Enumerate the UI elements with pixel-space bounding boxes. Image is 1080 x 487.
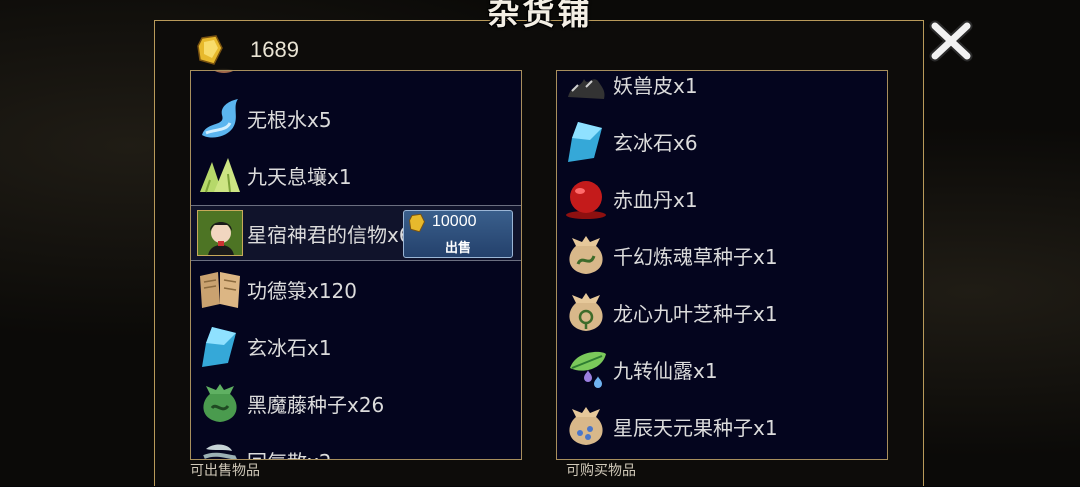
page-title: 杂货铺 (487, 0, 593, 32)
list-item[interactable]: 妖兽皮x1 (557, 71, 887, 111)
scroll-icon (195, 264, 245, 314)
title-plate: 杂货铺 (470, 0, 610, 34)
dew-leaf-icon (561, 344, 611, 394)
seed-bag-icon (195, 378, 245, 428)
powder-icon (195, 435, 245, 459)
item-name: 无根水x5 (247, 107, 332, 132)
list-item[interactable]: 星辰天元果种子x1 (557, 399, 887, 453)
item-name: 妖兽皮x1 (613, 73, 698, 98)
item-name: 赤血丹x1 (613, 187, 698, 212)
gold-gem-icon (197, 35, 223, 65)
list-item[interactable]: 回气散x2 (191, 433, 521, 460)
sell-button[interactable]: 10000 出售 (403, 210, 513, 258)
item-name: 玄冰石x1 (247, 335, 332, 360)
item-name: 回气散x2 (247, 446, 332, 460)
item-name: 龙心九叶芝种子x1 (613, 301, 778, 326)
list-item[interactable]: 千幻炼魂草种子x1 (557, 228, 887, 282)
list-item[interactable]: 龙心九叶芝种子x1 (557, 285, 887, 339)
list-item[interactable]: 赤血丹x1 (557, 171, 887, 225)
item-name: 玄冰石x6 (613, 130, 698, 155)
close-icon (929, 20, 973, 62)
buyable-items-panel[interactable]: 妖兽皮x1 玄冰石x6 赤血丹x1 千幻炼魂草种子x1 龙心九叶芝种子x1 九转… (556, 70, 888, 460)
sellable-caption: 可出售物品 (190, 463, 260, 479)
list-item[interactable]: 玄冰石x6 (557, 114, 887, 168)
red-pill-icon (561, 173, 611, 223)
close-button[interactable] (926, 18, 976, 64)
seed-bag-icon (561, 287, 611, 337)
ice-crystal-icon (195, 321, 245, 371)
list-item[interactable]: 玄冰石x1 (191, 319, 521, 373)
sellable-items-panel[interactable]: 无根水x5 九天息壤x1 星宿神君的信物x6 10000 出售 功德箓x120 … (190, 70, 522, 460)
gold-gem-icon (409, 213, 426, 233)
green-soil-icon (195, 150, 245, 200)
list-item[interactable]: 九转仙露x1 (557, 342, 887, 396)
list-item[interactable]: 功德箓x120 (191, 262, 521, 316)
character-portrait-icon (195, 208, 245, 258)
list-item[interactable]: 无根水x5 (191, 91, 521, 145)
water-wave-icon (195, 93, 245, 143)
sell-label: 出售 (444, 241, 471, 256)
item-name: 功德箓x120 (247, 278, 358, 303)
list-item-selected[interactable]: 星宿神君的信物x6 10000 出售 (191, 205, 521, 261)
seed-bag-icon (561, 230, 611, 280)
currency-amount: 1689 (250, 37, 299, 62)
beast-hide-icon (561, 71, 611, 109)
item-name: 星宿神君的信物x6 (247, 222, 412, 247)
sell-price: 10000 (432, 213, 477, 230)
item-name: 九天息壤x1 (247, 164, 352, 189)
item-name: 千幻炼魂草种子x1 (613, 244, 778, 269)
list-item[interactable]: 黑魔藤种子x26 (191, 376, 521, 430)
item-name: 星辰天元果种子x1 (613, 415, 778, 440)
buyable-caption: 可购买物品 (566, 463, 636, 479)
item-name: 九转仙露x1 (613, 358, 718, 383)
ice-crystal-icon (561, 116, 611, 166)
seed-bag-icon (561, 401, 611, 451)
item-name: 黑魔藤种子x26 (247, 392, 385, 417)
currency-display: 1689 (196, 32, 299, 68)
item-peek-icon (215, 71, 233, 73)
list-item[interactable]: 九天息壤x1 (191, 148, 521, 202)
